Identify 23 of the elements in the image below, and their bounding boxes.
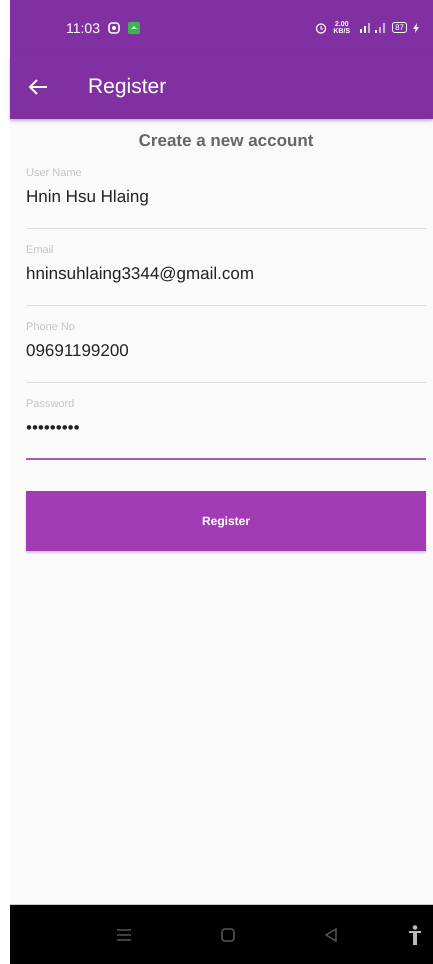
app-icon (128, 22, 140, 34)
field-value: Hnin Hsu Hlaing (26, 187, 149, 207)
back-triangle-icon (325, 928, 337, 942)
back-button[interactable] (28, 78, 48, 96)
charging-icon (413, 22, 419, 32)
field-value: hninsuhlaing3344@gmail.com (26, 264, 254, 284)
home-button[interactable] (221, 928, 235, 942)
camera-icon (108, 22, 120, 34)
field-value: ••••••••• (26, 418, 80, 438)
menu-button[interactable] (117, 928, 131, 942)
home-icon (221, 928, 235, 942)
accessibility-button[interactable] (409, 924, 421, 944)
alarm-icon (315, 22, 328, 34)
field-value: 09691199200 (26, 341, 129, 361)
accessibility-figure-icon (409, 924, 421, 944)
battery-level: 87 (392, 22, 407, 33)
form-heading: Create a new account (138, 131, 314, 152)
back-arrow-icon (28, 78, 48, 96)
register-button[interactable]: Register (26, 491, 426, 551)
app-bar-title: Register (88, 75, 166, 99)
menu-icon (117, 928, 131, 942)
back-nav-button[interactable] (325, 928, 337, 942)
status-time: 11:03 (66, 20, 100, 36)
